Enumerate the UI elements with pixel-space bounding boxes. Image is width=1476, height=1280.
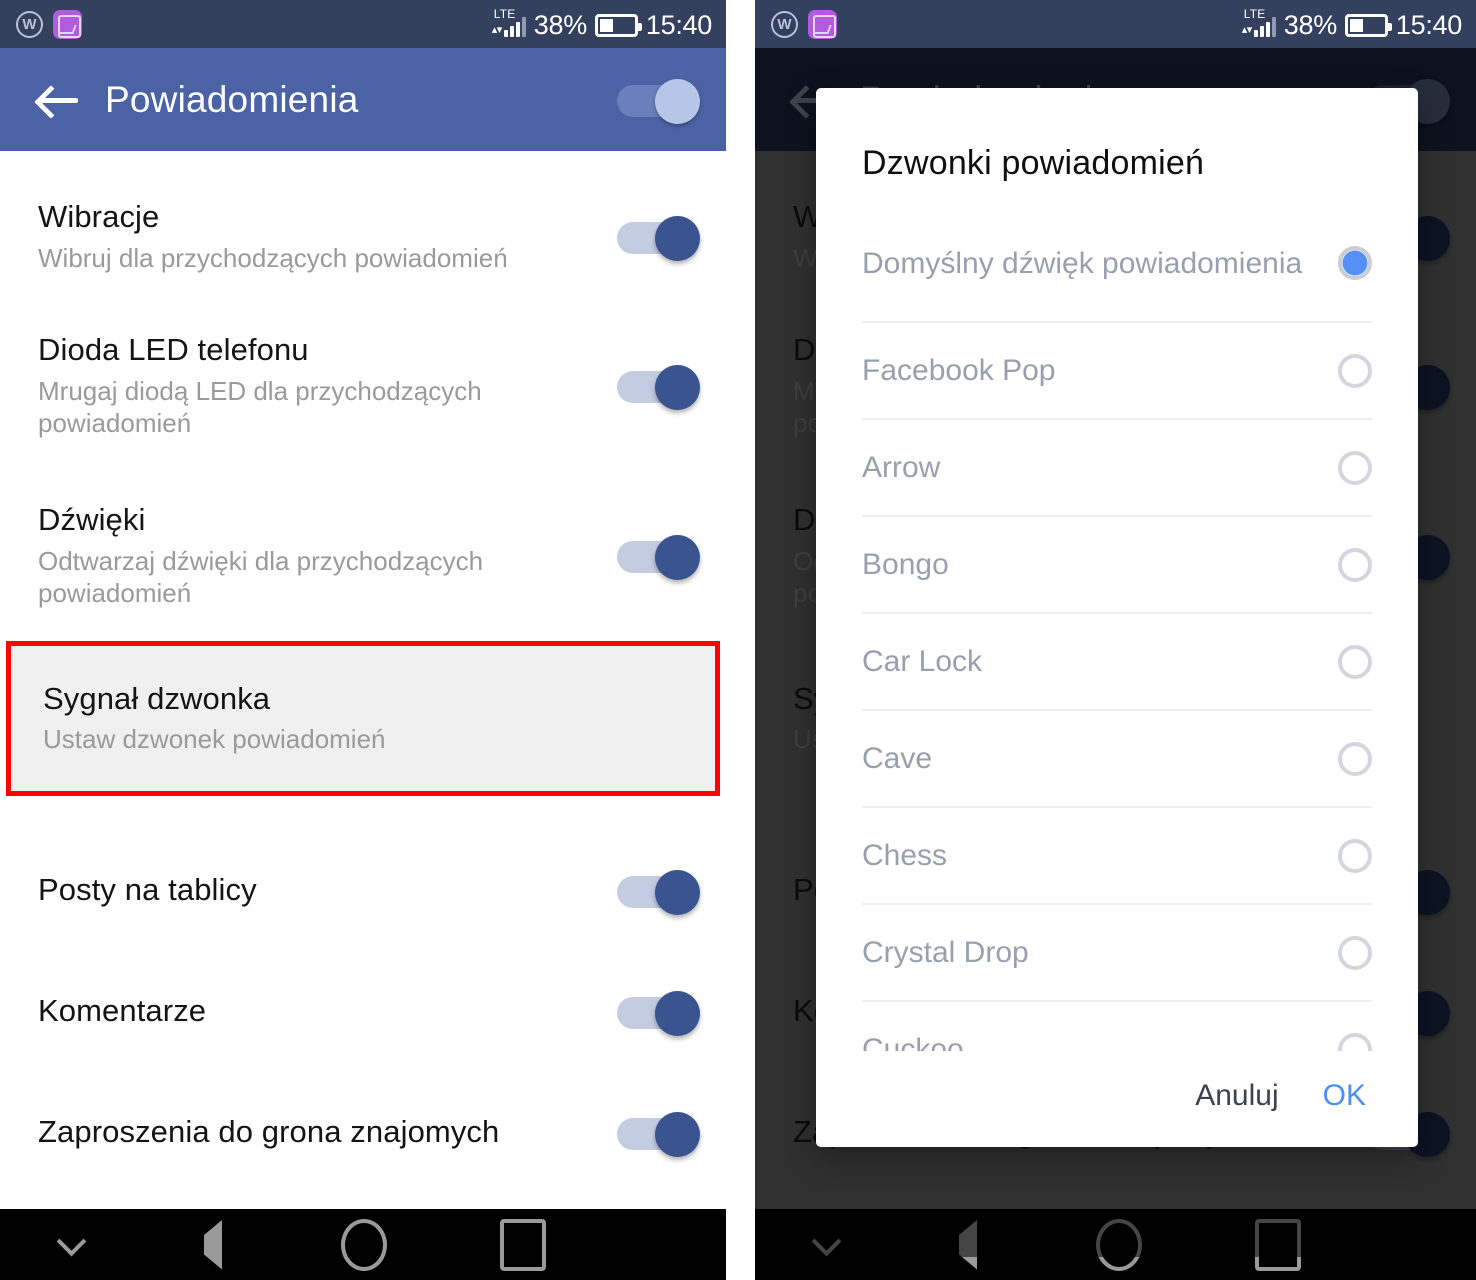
page-title: Powiadomienia (105, 78, 359, 120)
ringtone-option-default[interactable]: Domyślny dźwięk powiadomienia (862, 205, 1372, 323)
setting-row-comments[interactable]: Komentarze (0, 951, 726, 1072)
ringtone-option-bongo[interactable]: Bongo (862, 517, 1372, 614)
workplace-icon: W (16, 10, 43, 38)
battery-percent-label: 38% (1283, 10, 1337, 40)
toggle-friend-requests[interactable] (617, 1109, 700, 1157)
setting-row-vibrations[interactable]: Wibracje Wibruj dla przychodzących powia… (0, 173, 726, 301)
radio-button[interactable] (1338, 1032, 1372, 1051)
status-bar: W LTE 38% 15:40 (755, 0, 1476, 48)
radio-button[interactable] (1338, 741, 1372, 776)
setting-title: Wibracje (38, 199, 160, 235)
battery-percent-label: 38% (533, 10, 587, 40)
setting-row-ringtone-highlighted[interactable]: Sygnał dzwonka Ustaw dzwonek powiadomień (6, 641, 720, 796)
radio-button[interactable] (1338, 935, 1372, 970)
setting-row-friend-requests[interactable]: Zaproszenia do grona znajomych (0, 1072, 726, 1193)
battery-icon (1344, 14, 1392, 37)
setting-row-wall-posts[interactable]: Posty na tablicy (0, 830, 726, 951)
lte-label: LTE (493, 7, 516, 21)
status-bar: W LTE 38% 15:40 (0, 0, 726, 48)
dialog-action-buttons: Anuluj OK (816, 1051, 1418, 1147)
data-transfer-arrows-icon (492, 23, 503, 39)
setting-subtitle: Ustaw dzwonek powiadomień (43, 724, 386, 755)
back-arrow-icon[interactable] (38, 82, 80, 118)
status-bar-system-icons: LTE 38% 15:40 (1242, 7, 1463, 41)
setting-subtitle: Mrugaj diodą LED dla przychodzących powi… (38, 375, 482, 439)
lte-label: LTE (1243, 7, 1266, 21)
setting-row-led[interactable]: Dioda LED telefonu Mrugaj diodą LED dla … (0, 301, 726, 471)
phone-screen-right: W LTE 38% 15:40 Powiadomienia (755, 0, 1476, 1280)
radio-button[interactable] (1338, 547, 1372, 582)
setting-title: Sygnał dzwonka (43, 680, 271, 716)
network-indicator: LTE (1242, 7, 1276, 41)
app-bar: Powiadomienia (0, 48, 726, 151)
ringtone-options-list[interactable]: Domyślny dźwięk powiadomienia Facebook P… (816, 205, 1418, 1051)
ringtone-label: Bongo (862, 548, 949, 581)
ringtone-option-chess[interactable]: Chess (862, 808, 1372, 905)
workplace-icon: W (771, 10, 798, 38)
phone-screen-left: W LTE 38% 15:40 Powiadomienia (0, 0, 726, 1280)
ringtone-label: Arrow (862, 451, 941, 484)
status-bar-clock: 15:40 (645, 10, 712, 40)
photos-icon (808, 9, 837, 39)
recents-square-icon[interactable] (494, 1216, 552, 1274)
setting-title: Dioda LED telefonu (38, 331, 309, 367)
toggle-wall-posts[interactable] (617, 867, 700, 915)
setting-title: Dźwięki (38, 501, 146, 537)
status-bar-notification-icons: W (771, 9, 837, 39)
setting-subtitle: Odtwarzaj dźwięki dla przychodzących pow… (38, 545, 484, 609)
ringtone-label: Facebook Pop (862, 354, 1056, 387)
toggle-led[interactable] (617, 362, 700, 410)
chevron-down-icon[interactable] (46, 1220, 96, 1270)
toggle-vibrations[interactable] (617, 213, 700, 261)
radio-button[interactable] (1338, 450, 1372, 485)
ringtone-option-cave[interactable]: Cave (862, 711, 1372, 808)
radio-button[interactable] (1338, 353, 1372, 388)
radio-button-selected[interactable] (1338, 246, 1372, 280)
ringtone-option-cuckoo[interactable]: Cuckoo (862, 1002, 1372, 1051)
photos-icon (53, 9, 82, 39)
radio-button[interactable] (1338, 644, 1372, 679)
ringtone-picker-dialog: Dzwonki powiadomień Domyślny dźwięk powi… (816, 88, 1418, 1147)
network-indicator: LTE (492, 7, 526, 41)
status-bar-clock: 15:40 (1395, 10, 1462, 40)
ringtone-label: Domyślny dźwięk powiadomienia (862, 246, 1303, 280)
dimmed-background-content: Powiadomienia Wibracje Wibruj dla przych… (755, 48, 1476, 1257)
ringtone-label: Cave (862, 742, 933, 775)
toggle-sounds[interactable] (617, 532, 700, 580)
ringtone-label: Crystal Drop (862, 936, 1029, 969)
back-triangle-icon[interactable] (178, 1216, 236, 1274)
ok-button[interactable]: OK (1323, 1079, 1366, 1113)
setting-title: Zaproszenia do grona znajomych (38, 1114, 500, 1150)
setting-subtitle: Wibruj dla przychodzących powiadomień (38, 242, 508, 273)
battery-icon (594, 14, 642, 37)
ringtone-option-car-lock[interactable]: Car Lock (862, 614, 1372, 711)
setting-title: Komentarze (38, 993, 207, 1029)
ringtone-label: Cuckoo (862, 1033, 964, 1051)
cancel-button[interactable]: Anuluj (1195, 1079, 1278, 1113)
dual-screenshot-composite: W LTE 38% 15:40 Powiadomienia (0, 0, 1476, 1280)
settings-list: Wibracje Wibruj dla przychodzących powia… (0, 151, 726, 1280)
status-bar-system-icons: LTE 38% 15:40 (492, 7, 713, 41)
ringtone-option-facebook-pop[interactable]: Facebook Pop (862, 323, 1372, 420)
data-transfer-arrows-icon (1242, 23, 1253, 39)
master-notifications-toggle[interactable] (617, 76, 700, 124)
ringtone-label: Chess (862, 839, 948, 872)
setting-row-sounds[interactable]: Dźwięki Odtwarzaj dźwięki dla przychodzą… (0, 471, 726, 641)
setting-title: Posty na tablicy (38, 872, 257, 908)
radio-button[interactable] (1338, 838, 1372, 873)
status-bar-notification-icons: W (16, 9, 82, 39)
home-circle-icon[interactable] (335, 1216, 393, 1274)
toggle-comments[interactable] (617, 988, 700, 1036)
dialog-title: Dzwonki powiadomień (862, 144, 1205, 182)
ringtone-option-arrow[interactable]: Arrow (862, 420, 1372, 517)
ringtone-option-crystal-drop[interactable]: Crystal Drop (862, 905, 1372, 1002)
navigation-bar (0, 1209, 726, 1280)
ringtone-label: Car Lock (862, 645, 983, 678)
